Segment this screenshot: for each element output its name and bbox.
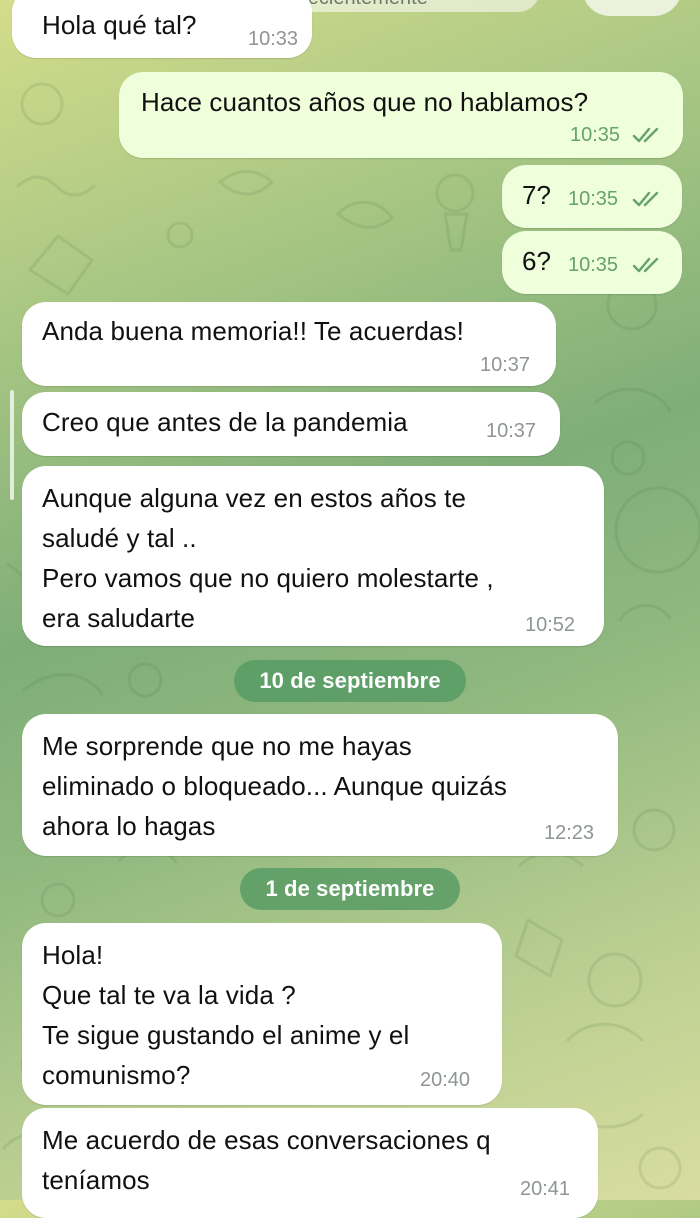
message-bubble-incoming[interactable]: Creo que antes de la pandemia 10:37 [22, 392, 560, 456]
date-separator: 1 de septiembre [240, 868, 460, 910]
double-check-read-icon [632, 191, 659, 207]
double-check-read-icon [632, 257, 659, 273]
message-text: Me acuerdo de esas conversaciones q tení… [42, 1125, 491, 1195]
message-bubble-incoming[interactable]: Hola qué tal? 10:33 [12, 0, 312, 58]
message-time: 10:35 [570, 124, 621, 146]
message-time: 10:37 [480, 354, 531, 376]
message-text: Me sorprende que no me hayas eliminado o… [42, 731, 507, 841]
double-check-read-icon [632, 127, 659, 143]
message-list: Hola qué tal? 10:33 Hace cuantos años qu… [0, 0, 700, 1218]
message-bubble-outgoing[interactable]: 7? 10:35 [502, 165, 682, 228]
message-bubble-incoming[interactable]: Me sorprende que no me hayas eliminado o… [22, 714, 618, 856]
message-time: 10:33 [248, 28, 299, 50]
message-text: Hola! Que tal te va la vida ? Te sigue g… [42, 940, 410, 1090]
message-text: Hola qué tal? [42, 10, 197, 40]
message-bubble-outgoing[interactable]: Hace cuantos años que no hablamos? 10:35 [119, 72, 683, 158]
message-text: 6? [522, 246, 552, 276]
message-text: 7? [522, 180, 552, 210]
message-time: 20:40 [420, 1069, 471, 1091]
date-separator: 10 de septiembre [234, 660, 466, 702]
message-time: 20:41 [520, 1178, 571, 1200]
message-time: 10:37 [486, 420, 537, 442]
message-bubble-incoming[interactable]: Anda buena memoria!! Te acuerdas! 10:37 [22, 302, 556, 386]
message-time: 10:35 [568, 254, 619, 276]
message-text: Hace cuantos años que no hablamos? [141, 87, 589, 117]
message-bubble-incoming[interactable]: Me acuerdo de esas conversaciones q tení… [22, 1108, 598, 1218]
message-bubble-outgoing[interactable]: 6? 10:35 [502, 231, 682, 294]
message-time: 10:52 [525, 614, 576, 636]
message-bubble-incoming[interactable]: Hola! Que tal te va la vida ? Te sigue g… [22, 923, 502, 1105]
message-text: Anda buena memoria!! Te acuerdas! [42, 316, 464, 346]
message-text: Creo que antes de la pandemia [42, 407, 408, 437]
message-time: 12:23 [544, 822, 595, 844]
message-bubble-incoming[interactable]: Aunque alguna vez en estos años te salud… [22, 466, 604, 646]
message-text: Aunque alguna vez en estos años te salud… [42, 483, 494, 633]
message-time: 10:35 [568, 188, 619, 210]
